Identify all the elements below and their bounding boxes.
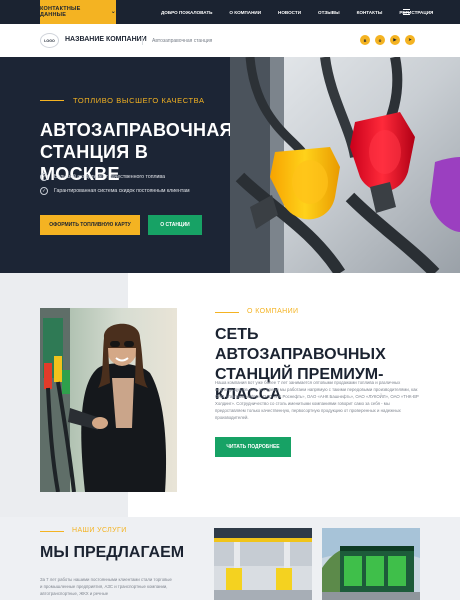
hero-section: ТОПЛИВО ВЫСШЕГО КАЧЕСТВА АВТОЗАПРАВОЧНАЯ…: [0, 57, 460, 273]
hero-kicker-line: [40, 100, 64, 101]
feature-text: Гарантированная система скидок постоянны…: [54, 188, 190, 194]
nav-link-news[interactable]: НОВОСТИ: [278, 10, 301, 15]
hero-feature-list: ✓ Большой ассортимент качественного топл…: [40, 173, 190, 201]
youtube-icon[interactable]: ▶: [390, 35, 400, 45]
site-header: LOGO НАЗВАНИЕ КОМПАНИИ Автозаправочная с…: [0, 24, 460, 57]
about-station-button[interactable]: О СТАНЦИИ: [148, 215, 202, 235]
contacts-dropdown-button[interactable]: КОНТАКТНЫЕ ДАННЫЕ ⌄: [40, 0, 116, 24]
services-kicker-line: [40, 531, 64, 532]
list-item: ✓ Гарантированная система скидок постоян…: [40, 187, 190, 195]
services-text: За 7 лет работы нашими постоянными клиен…: [40, 577, 172, 596]
hero-kicker: ТОПЛИВО ВЫСШЕГО КАЧЕСТВА: [73, 96, 205, 105]
services-section: НАШИ УСЛУГИ МЫ ПРЕДЛАГАЕМ За 7 лет работ…: [0, 517, 460, 600]
contacts-dropdown-label: КОНТАКТНЫЕ ДАННЫЕ: [40, 6, 81, 18]
check-circle-icon: ✓: [40, 173, 48, 181]
gas-station-canopy-photo: [214, 528, 312, 600]
fuel-dispenser-photo: [322, 528, 420, 600]
services-title: МЫ ПРЕДЛАГАЕМ: [40, 544, 185, 561]
about-section: О КОМПАНИИ СЕТЬ АВТОЗАПРАВОЧНЫХ СТАНЦИЙ …: [0, 273, 460, 517]
fuel-nozzles-photo: [230, 57, 460, 273]
list-item: ✓ Большой ассортимент качественного топл…: [40, 173, 190, 181]
about-text: Наша компания вот уже более 7 лет занима…: [215, 380, 419, 420]
chevron-down-icon: ⌄: [110, 9, 116, 15]
company-tagline: Автозаправочная станция: [152, 37, 213, 44]
read-more-button[interactable]: ЧИТАТЬ ПОДРОБНЕЕ: [215, 437, 291, 457]
nav-link-contacts[interactable]: КОНТАКТЫ: [357, 10, 383, 15]
vk-icon[interactable]: в: [360, 35, 370, 45]
nav-link-about[interactable]: О КОМПАНИИ: [229, 10, 261, 15]
check-circle-icon: ✓: [40, 187, 48, 195]
services-kicker: НАШИ УСЛУГИ: [72, 527, 127, 534]
company-logo[interactable]: LOGO: [40, 33, 59, 48]
woman-at-fuel-pump-photo: [40, 308, 177, 492]
about-kicker-line: [215, 312, 239, 313]
about-kicker: О КОМПАНИИ: [247, 308, 299, 315]
company-name: НАЗВАНИЕ КОМПАНИИ: [65, 36, 147, 43]
odnoklassniki-icon[interactable]: о: [375, 35, 385, 45]
top-navigation-bar: КОНТАКТНЫЕ ДАННЫЕ ⌄ ДОБРО ПОЖАЛОВАТЬ О К…: [0, 0, 460, 24]
social-links: в о ▶ ➤: [360, 35, 415, 45]
nav-link-reviews[interactable]: ОТЗЫВЫ: [318, 10, 340, 15]
telegram-icon[interactable]: ➤: [405, 35, 415, 45]
hamburger-menu-icon[interactable]: [403, 9, 410, 15]
header-divider: [142, 37, 143, 45]
feature-text: Большой ассортимент качественного топлив…: [54, 174, 166, 180]
fuel-card-button[interactable]: ОФОРМИТЬ ТОПЛИВНУЮ КАРТУ: [40, 215, 140, 235]
nav-link-welcome[interactable]: ДОБРО ПОЖАЛОВАТЬ: [161, 10, 212, 15]
